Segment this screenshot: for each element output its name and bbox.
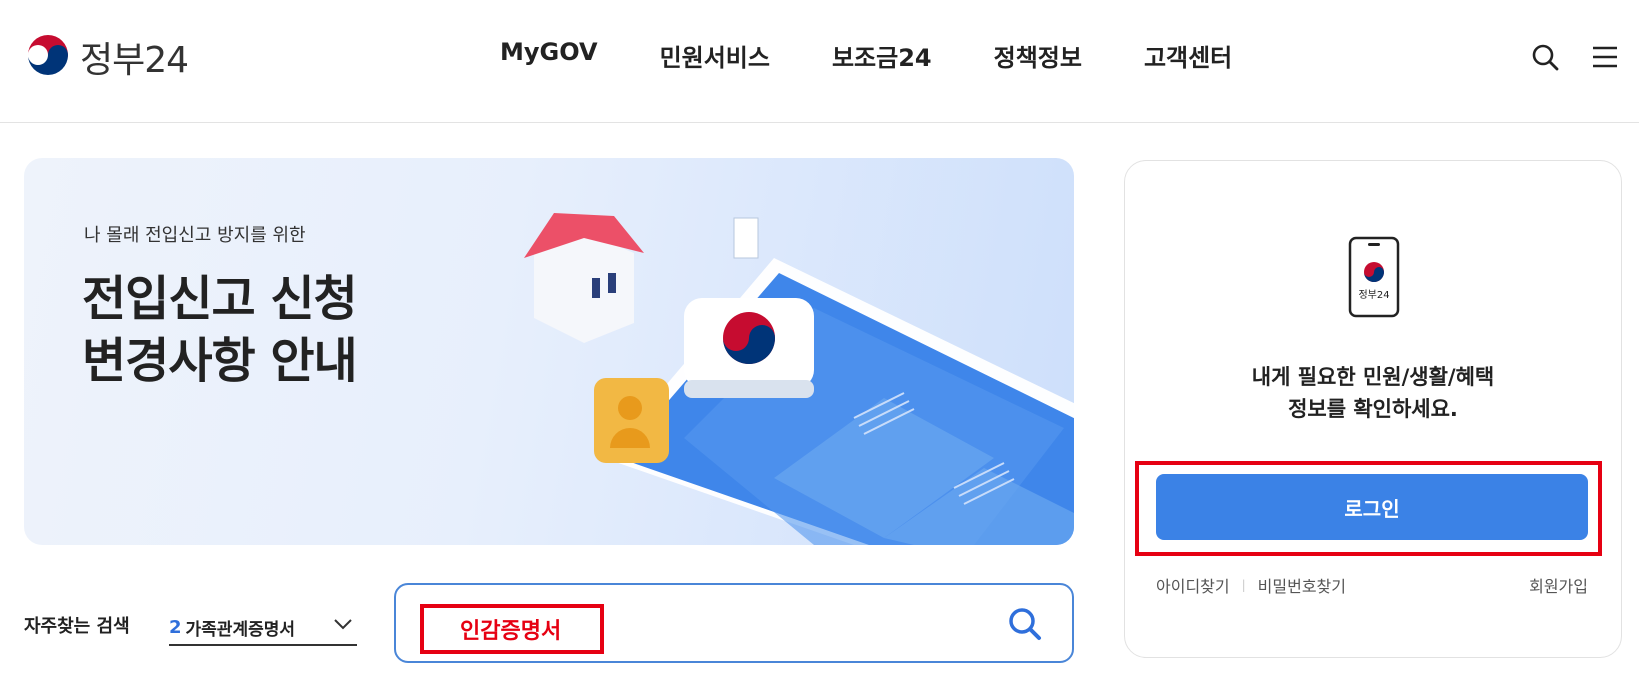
- search-icon[interactable]: [1530, 42, 1560, 72]
- taegeuk-logo-icon: [26, 35, 70, 79]
- nav-item-mygov[interactable]: MyGOV: [500, 38, 598, 73]
- phone-icon-label: 정부24: [1358, 289, 1389, 301]
- login-message-line1: 내게 필요한 민원/생활/혜택: [1251, 365, 1495, 389]
- favorite-item: 가족관계증명서: [185, 619, 296, 640]
- signup-link[interactable]: 회원가입: [1529, 573, 1588, 597]
- login-links: 아이디찾기 | 비밀번호찾기 회원가입: [1156, 573, 1588, 597]
- login-button[interactable]: 로그인: [1156, 474, 1588, 540]
- login-message: 내게 필요한 민원/생활/혜택 정보를 확인하세요.: [1125, 361, 1621, 425]
- banner-subtitle: 나 몰래 전입신고 방지를 위한: [84, 225, 306, 246]
- banner-illustration: [524, 213, 1074, 545]
- search-input[interactable]: [426, 609, 826, 649]
- favorite-search-dropdown[interactable]: 2 가족관계증명서: [169, 610, 357, 646]
- find-password-link[interactable]: 비밀번호찾기: [1258, 573, 1346, 597]
- favorite-rank: 2: [169, 616, 182, 638]
- site-header: 정부24 MyGOV 민원서비스 보조금24 정책정보 고객센터: [0, 0, 1639, 123]
- favorite-search-label: 자주찾는 검색: [24, 616, 130, 637]
- login-message-line2: 정보를 확인하세요.: [1288, 397, 1458, 421]
- menu-icon[interactable]: [1590, 42, 1620, 72]
- nav-item-policy-info[interactable]: 정책정보: [994, 38, 1082, 73]
- logo-text: 정부24: [80, 40, 189, 81]
- login-panel: 정부24 내게 필요한 민원/생활/혜택 정보를 확인하세요. 로그인 아이디찾…: [1124, 160, 1622, 658]
- banner-title: 전입신고 신청 변경사항 안내: [82, 268, 358, 392]
- main-nav: MyGOV 민원서비스 보조금24 정책정보 고객센터: [500, 38, 1294, 73]
- nav-item-customer-center[interactable]: 고객센터: [1144, 38, 1232, 73]
- find-id-link[interactable]: 아이디찾기: [1156, 573, 1230, 597]
- search-submit-icon[interactable]: [1006, 605, 1044, 643]
- banner-title-line1: 전입신고 신청: [82, 271, 358, 327]
- chevron-down-icon: [334, 619, 352, 630]
- promo-banner[interactable]: 나 몰래 전입신고 방지를 위한 전입신고 신청 변경사항 안내: [24, 158, 1074, 545]
- nav-item-subsidy24[interactable]: 보조금24: [832, 38, 932, 73]
- nav-item-civil-services[interactable]: 민원서비스: [660, 38, 770, 73]
- search-box: [394, 583, 1074, 663]
- link-separator: |: [1241, 578, 1246, 592]
- logo[interactable]: 정부24: [24, 32, 189, 82]
- mobile-app-icon: 정부24: [1348, 236, 1400, 318]
- banner-title-line2: 변경사항 안내: [82, 333, 358, 389]
